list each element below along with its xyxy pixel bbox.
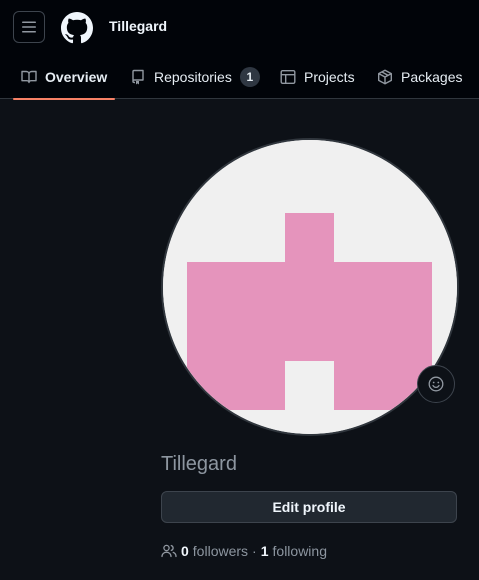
tab-repositories-label: Repositories <box>154 69 232 85</box>
followers-label: followers <box>192 543 249 559</box>
follow-stats: 0 followers · 1 following <box>161 542 327 560</box>
followers-count: 0 <box>181 543 189 559</box>
tab-packages-label: Packages <box>401 69 463 85</box>
profile-avatar-container <box>161 138 459 436</box>
follow-separator: · <box>252 543 257 559</box>
book-icon <box>21 70 37 84</box>
following-label: following <box>272 543 327 559</box>
followers-link[interactable]: 0 followers <box>181 543 248 559</box>
set-status-button[interactable] <box>417 365 455 403</box>
table-icon <box>280 70 296 85</box>
owner-name-link[interactable]: Tillegard <box>109 18 167 34</box>
following-link[interactable]: 1 following <box>261 543 327 559</box>
following-count: 1 <box>260 543 269 559</box>
repositories-count-badge: 1 <box>239 67 260 87</box>
profile-nickname: Tillegard <box>161 453 237 475</box>
tab-projects-label: Projects <box>304 69 355 85</box>
app-header: Tillegard Overview Repositories 1 Projec… <box>0 0 479 100</box>
smiley-icon <box>428 376 444 392</box>
repo-icon <box>132 69 144 85</box>
identicon-image <box>163 140 457 434</box>
tab-overview-label: Overview <box>45 69 108 85</box>
menu-button[interactable] <box>13 11 45 43</box>
github-logo-link[interactable] <box>60 11 93 44</box>
package-icon <box>378 69 392 85</box>
people-icon <box>161 544 177 558</box>
tab-packages[interactable]: Packages <box>377 55 462 99</box>
avatar[interactable] <box>161 138 459 436</box>
github-logo-icon <box>60 11 93 43</box>
tab-projects[interactable]: Projects <box>280 55 355 99</box>
tab-repositories[interactable]: Repositories 1 <box>130 55 260 99</box>
tab-overview[interactable]: Overview <box>12 55 116 100</box>
hamburger-icon <box>22 21 36 33</box>
edit-profile-button[interactable]: Edit profile <box>161 491 457 523</box>
profile-tabs: Overview Repositories 1 Projects Package… <box>0 55 479 100</box>
